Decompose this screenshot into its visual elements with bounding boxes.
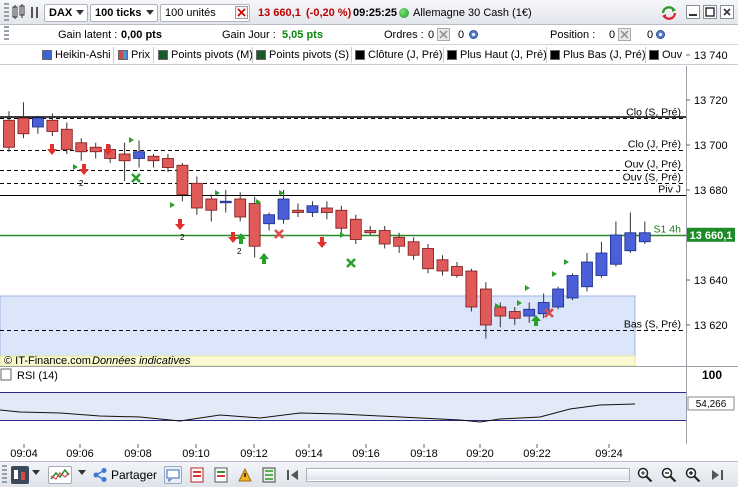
signal-count-label: 2: [180, 233, 185, 242]
x-tick-label: 09:24: [595, 448, 623, 460]
bottom-gripper: [2, 465, 7, 483]
share-button[interactable]: Partager: [92, 466, 162, 484]
share-icon: [93, 468, 107, 482]
y-tick-label: 13 620: [694, 320, 728, 332]
x-tick-label: 09:16: [352, 448, 380, 460]
time-scrollbar[interactable]: [306, 468, 630, 482]
alert-icon[interactable]: [236, 466, 254, 484]
comment-icon[interactable]: [164, 466, 182, 484]
candle-body: [335, 209, 348, 229]
candle-body: [624, 232, 637, 252]
x-tick-label: 09:12: [240, 448, 268, 460]
level-label: Bas (S, Pré): [624, 319, 681, 331]
candle-body: [89, 146, 102, 153]
y-tick-label: 13 720: [694, 95, 728, 107]
x-tick-label: 09:04: [10, 448, 38, 460]
candle-body: [147, 155, 160, 162]
candle-body: [566, 275, 579, 299]
watermark-source: © IT-Finance.com: [4, 355, 91, 367]
candle-body: [176, 164, 189, 195]
y-tick-label: 13 640: [694, 275, 728, 287]
level-label: Piv J: [658, 184, 681, 196]
candle-body: [248, 203, 261, 247]
bottom-toolbar: Partager: [0, 461, 738, 487]
level-label: Ouv (S, Pré): [623, 172, 681, 184]
candle-body: [494, 306, 507, 317]
candle-body: [595, 252, 608, 276]
scroll-start-icon[interactable]: [284, 466, 302, 484]
zoom-fit-icon[interactable]: [636, 466, 654, 484]
scroll-thumb[interactable]: [307, 470, 629, 480]
level-label: Clo (J, Pré): [628, 139, 681, 151]
candle-body: [407, 241, 420, 256]
candle-body: [162, 158, 174, 168]
zoom-in-icon[interactable]: [684, 466, 702, 484]
buy-ticket-icon[interactable]: [212, 466, 230, 484]
y-tick-label: 13 700: [694, 140, 728, 152]
candle-body: [32, 117, 44, 128]
signal-count-label: 2: [79, 179, 84, 188]
rsi-label: RSI (14): [17, 370, 58, 382]
x-tick-label: 09:10: [182, 448, 210, 460]
candle-body: [75, 142, 88, 153]
x-tick-label: 09:18: [410, 448, 438, 460]
candle-body: [292, 209, 304, 213]
y-tick-label: 13 740: [694, 50, 728, 62]
candle-body: [263, 214, 276, 225]
y-tick-label: 13 680: [694, 185, 728, 197]
candle-body: [393, 236, 406, 247]
candle-body: [479, 288, 492, 326]
candle-body: [190, 182, 203, 209]
price-chart[interactable]: 13 74013 72013 70013 68013 66013 64013 6…: [0, 0, 738, 487]
candle-body: [306, 205, 319, 213]
candle-body: [436, 259, 449, 272]
watermark-note: Données indicatives: [92, 355, 191, 367]
calc-icon[interactable]: [260, 466, 278, 484]
signal-count-label: 2: [237, 247, 242, 256]
rsi-100-label: 100: [702, 368, 722, 382]
candle-style-dropdown-icon[interactable]: [32, 470, 40, 475]
candle-body: [17, 117, 30, 135]
candle-body: [277, 198, 290, 220]
x-tick-label: 09:08: [124, 448, 152, 460]
share-label: Partager: [111, 468, 158, 482]
candle-body: [378, 230, 391, 245]
candle-body: [451, 266, 463, 276]
candle-body: [133, 151, 145, 159]
indicator-add-icon[interactable]: [48, 466, 72, 484]
candle-body: [118, 153, 131, 162]
candle-body: [465, 270, 478, 308]
candle-body: [219, 200, 232, 204]
candle-body: [205, 198, 218, 211]
candle-body: [46, 119, 59, 132]
x-tick-label: 09:14: [295, 448, 323, 460]
indicator-dropdown-icon[interactable]: [78, 470, 86, 475]
candle-body: [508, 311, 521, 319]
x-tick-label: 09:06: [66, 448, 94, 460]
candle-body: [60, 128, 73, 150]
rsi-toggle-icon: [0, 368, 12, 381]
x-tick-label: 09:22: [523, 448, 551, 460]
level-label: Ouv (J, Pré): [624, 159, 681, 171]
candle-body: [3, 119, 15, 148]
candle-body: [523, 308, 536, 317]
candle-body: [581, 261, 593, 288]
candle-body: [234, 198, 247, 218]
x-tick-label: 09:20: [466, 448, 494, 460]
candle-body: [552, 288, 564, 308]
candle-body: [349, 218, 362, 240]
price-tag: 13 660,1: [690, 230, 733, 242]
candle-body: [610, 234, 622, 265]
sell-ticket-icon[interactable]: [188, 466, 206, 484]
candle-body: [364, 230, 377, 234]
scroll-end-icon[interactable]: [708, 466, 726, 484]
candle-style-icon[interactable]: [11, 466, 29, 484]
zoom-out-icon[interactable]: [660, 466, 678, 484]
candle-body: [638, 232, 651, 243]
candle-body: [422, 248, 434, 270]
candle-body: [320, 207, 333, 213]
level-label: S1 4h: [654, 224, 682, 236]
rsi-tag: 54,266: [696, 399, 727, 410]
